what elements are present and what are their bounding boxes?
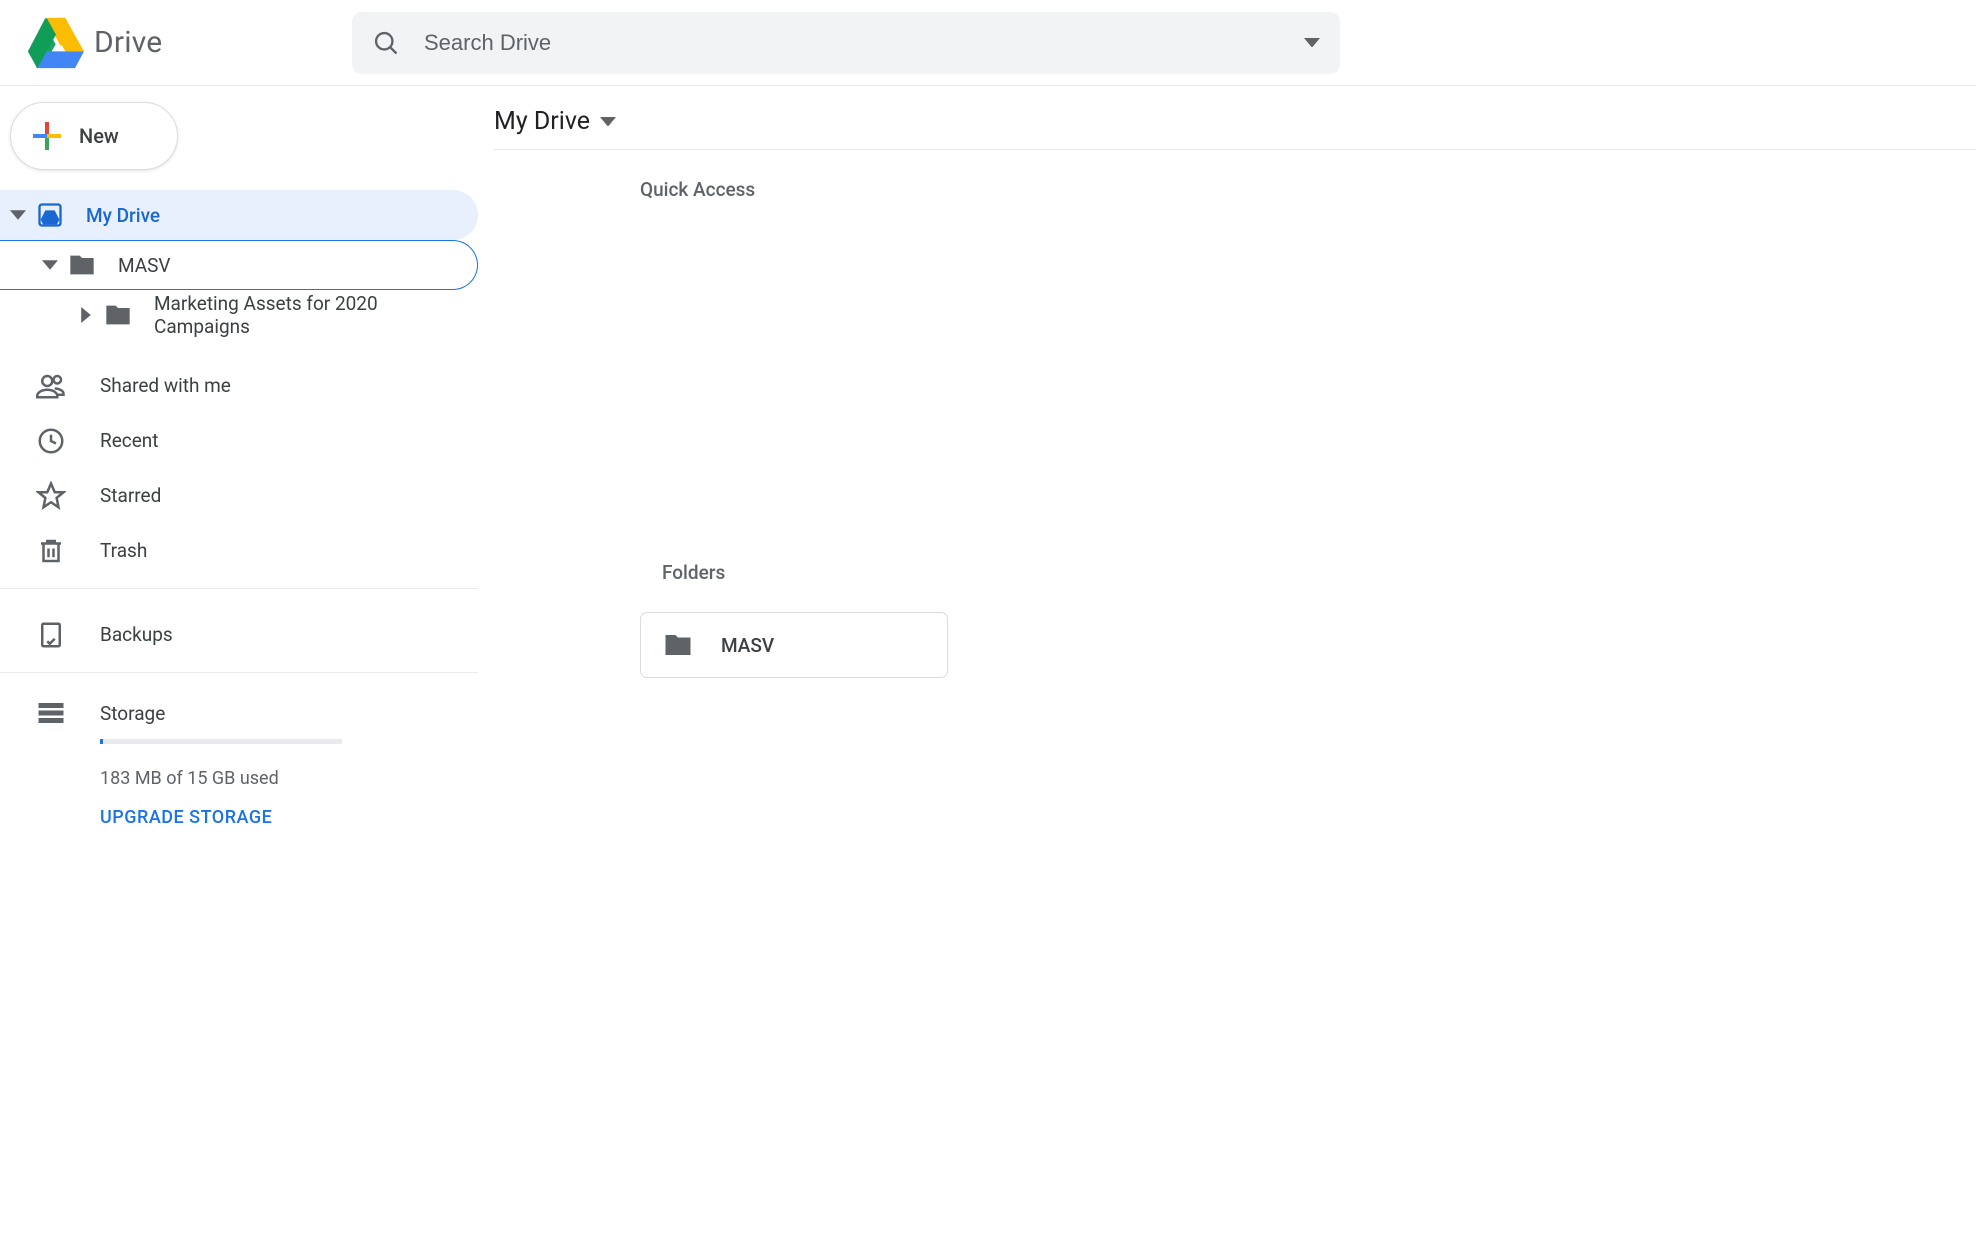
- sidebar-item-storage[interactable]: Storage: [36, 693, 478, 733]
- star-icon: [36, 481, 66, 511]
- storage-label: Storage: [100, 702, 165, 725]
- search-bar[interactable]: [352, 12, 1340, 74]
- breadcrumb-title: My Drive: [494, 107, 590, 136]
- folder-icon: [104, 301, 132, 329]
- nav-label: Starred: [100, 484, 161, 507]
- folders-heading: Folders: [662, 561, 1976, 584]
- nav-label: Trash: [100, 539, 147, 562]
- search-options-dropdown-icon[interactable]: [1304, 38, 1320, 48]
- caret-down-icon[interactable]: [10, 207, 26, 223]
- tree-label-masv: MASV: [118, 254, 171, 277]
- folder-card-label: MASV: [721, 634, 774, 657]
- clock-icon: [36, 426, 66, 456]
- quick-access-heading: Quick Access: [640, 178, 1976, 201]
- sidebar: New My Drive MASV Marketing: [0, 86, 478, 1255]
- sidebar-item-trash[interactable]: Trash: [0, 523, 478, 578]
- storage-usage-text: 183 MB of 15 GB used: [100, 768, 478, 789]
- sidebar-item-masv[interactable]: MASV: [0, 240, 478, 290]
- breadcrumb[interactable]: My Drive: [494, 86, 1976, 150]
- sidebar-item-marketing-assets[interactable]: Marketing Assets for 2020 Campaigns: [0, 290, 478, 340]
- drive-logo-icon: [28, 15, 84, 71]
- nav-label: Recent: [100, 429, 159, 452]
- shared-icon: [36, 371, 66, 401]
- backups-icon: [36, 620, 66, 650]
- sidebar-item-my-drive[interactable]: My Drive: [0, 190, 478, 240]
- plus-icon: [29, 118, 65, 154]
- trash-icon: [36, 536, 66, 566]
- caret-down-icon[interactable]: [42, 257, 58, 273]
- storage-icon: [36, 698, 66, 728]
- app-name: Drive: [94, 25, 162, 60]
- tree-label-my-drive: My Drive: [86, 204, 160, 227]
- sidebar-item-starred[interactable]: Starred: [0, 468, 478, 523]
- storage-section: Storage 183 MB of 15 GB used UPGRADE STO…: [0, 673, 478, 828]
- header: Drive: [0, 0, 1976, 86]
- new-button-label: New: [79, 124, 119, 148]
- folder-card-masv[interactable]: MASV: [640, 612, 948, 678]
- chevron-down-icon[interactable]: [600, 117, 616, 127]
- nav-label: Shared with me: [100, 374, 231, 397]
- tree-label-marketing: Marketing Assets for 2020 Campaigns: [154, 292, 478, 338]
- search-icon: [372, 29, 400, 57]
- sidebar-item-backups[interactable]: Backups: [0, 607, 478, 662]
- storage-progress: [100, 739, 342, 744]
- sidebar-item-shared[interactable]: Shared with me: [0, 358, 478, 413]
- drive-icon: [36, 201, 64, 229]
- folder-icon: [68, 251, 96, 279]
- main-content: My Drive Quick Access Folders MASV: [478, 86, 1976, 1255]
- caret-right-icon[interactable]: [78, 307, 94, 323]
- sidebar-item-recent[interactable]: Recent: [0, 413, 478, 468]
- folder-icon: [663, 630, 693, 660]
- upgrade-storage-link[interactable]: UPGRADE STORAGE: [100, 807, 478, 828]
- logo-area[interactable]: Drive: [16, 15, 352, 71]
- nav-label: Backups: [100, 623, 173, 646]
- search-input[interactable]: [424, 30, 1292, 56]
- new-button[interactable]: New: [10, 102, 178, 170]
